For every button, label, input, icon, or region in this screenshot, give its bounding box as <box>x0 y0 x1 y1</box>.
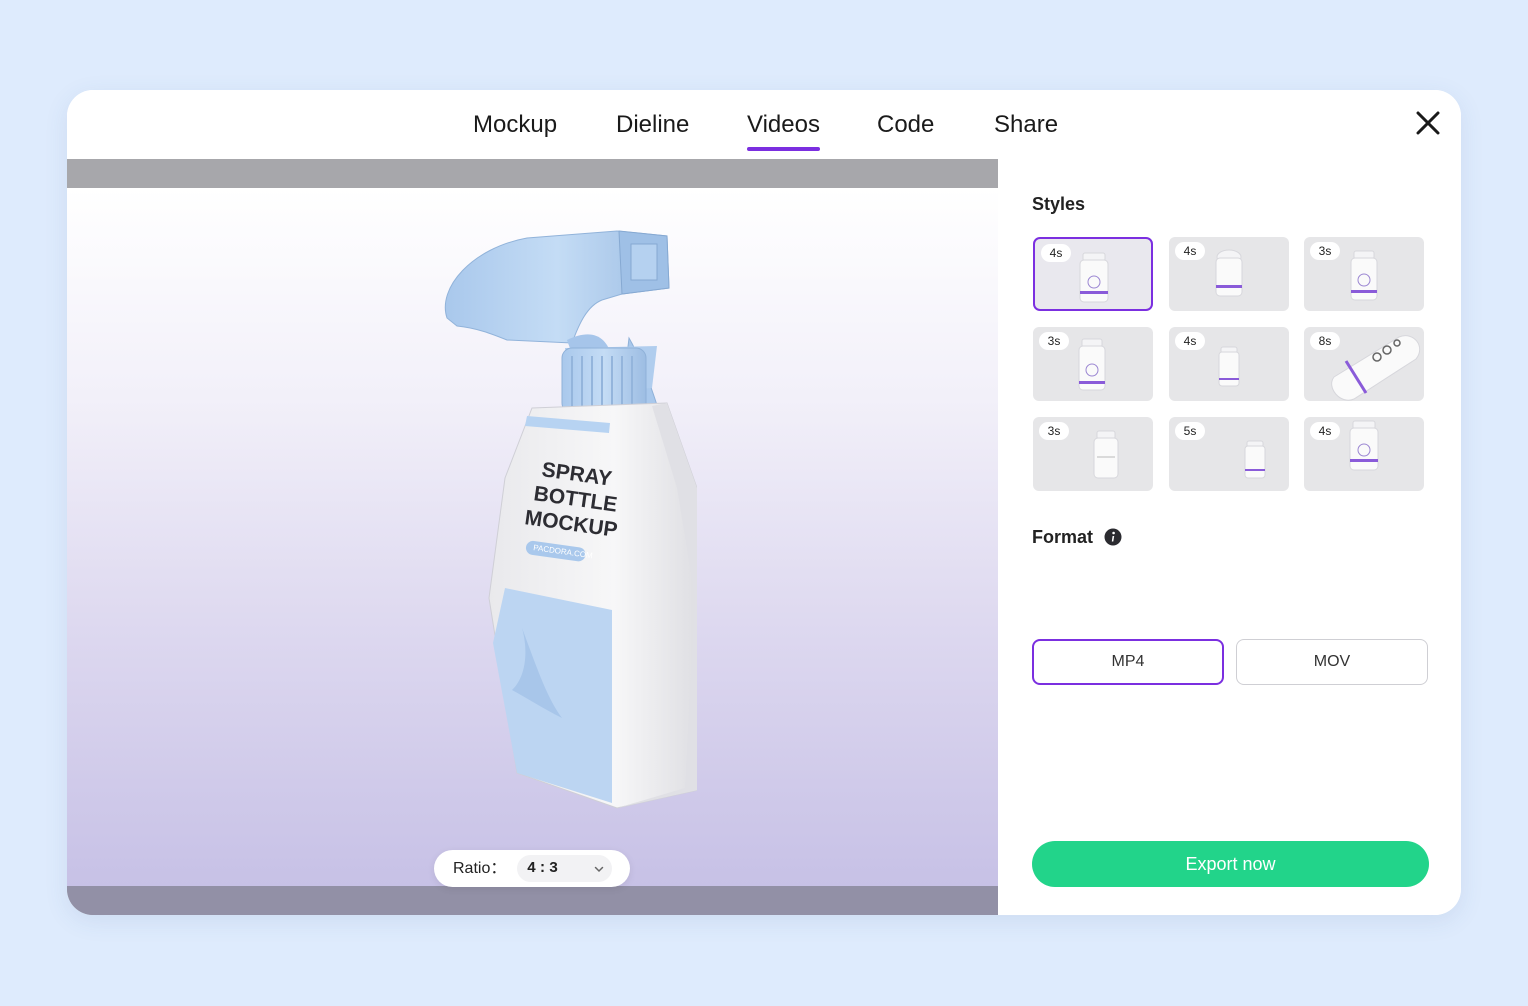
style-card[interactable]: 3s <box>1033 327 1153 401</box>
info-icon[interactable] <box>1104 528 1122 546</box>
style-card[interactable]: 4s <box>1169 237 1289 311</box>
tab-code[interactable]: Code <box>877 108 934 142</box>
close-icon <box>1416 111 1440 135</box>
tab-share[interactable]: Share <box>994 108 1058 142</box>
ratio-value: 4:3 <box>527 860 561 877</box>
ratio-label: Ratio： <box>453 860 507 877</box>
duration-badge: 4s <box>1175 332 1205 350</box>
style-card[interactable]: 4s <box>1304 417 1424 491</box>
duration-badge: 3s <box>1039 422 1069 440</box>
style-card[interactable]: 5s <box>1169 417 1289 491</box>
chevron-down-icon <box>594 866 604 873</box>
preview-stage[interactable]: SPRAY BOTTLE MOCKUP PACDORA.COM <box>67 188 998 886</box>
export-settings-panel: Styles 4s 4s 3s 3s 4s 8s 3s 5s 4s Format… <box>998 159 1461 915</box>
preview-bottom-bar <box>67 886 998 915</box>
close-button[interactable] <box>1413 108 1443 138</box>
format-mov-button[interactable]: MOV <box>1236 639 1428 685</box>
styles-title: Styles <box>1032 194 1086 214</box>
tab-mockup[interactable]: Mockup <box>473 108 557 142</box>
format-mp4-button[interactable]: MP4 <box>1032 639 1224 685</box>
style-card[interactable]: 4s <box>1169 327 1289 401</box>
export-now-button[interactable]: Export now <box>1032 841 1429 887</box>
spray-bottle-render: SPRAY BOTTLE MOCKUP PACDORA.COM <box>444 230 697 809</box>
styles-grid: 4s 4s 3s 3s 4s 8s 3s 5s 4s <box>1033 237 1426 491</box>
duration-badge: 5s <box>1175 422 1205 440</box>
tab-videos[interactable]: Videos <box>747 108 820 151</box>
tab-bar: Mockup Dieline Videos Code Share <box>67 90 1461 159</box>
duration-badge: 4s <box>1041 244 1071 262</box>
style-card[interactable]: 4s <box>1033 237 1153 311</box>
style-card[interactable]: 3s <box>1033 417 1153 491</box>
mockup-preview: SPRAY BOTTLE MOCKUP PACDORA.COM Ratio： 4… <box>67 159 998 915</box>
ratio-control: Ratio： 4:3 <box>434 850 630 887</box>
tab-dieline[interactable]: Dieline <box>616 108 689 142</box>
video-export-modal: Mockup Dieline Videos Code Share SPRAY B… <box>67 90 1461 915</box>
format-title: Format <box>1032 527 1094 547</box>
style-card[interactable]: 8s <box>1304 327 1424 401</box>
duration-badge: 8s <box>1310 332 1340 350</box>
duration-badge: 4s <box>1175 242 1205 260</box>
style-card[interactable]: 3s <box>1304 237 1424 311</box>
ratio-dropdown[interactable]: 4:3 <box>517 855 612 882</box>
duration-badge: 4s <box>1310 422 1340 440</box>
duration-badge: 3s <box>1039 332 1069 350</box>
duration-badge: 3s <box>1310 242 1340 260</box>
modal-header: Mockup Dieline Videos Code Share <box>67 90 1461 159</box>
